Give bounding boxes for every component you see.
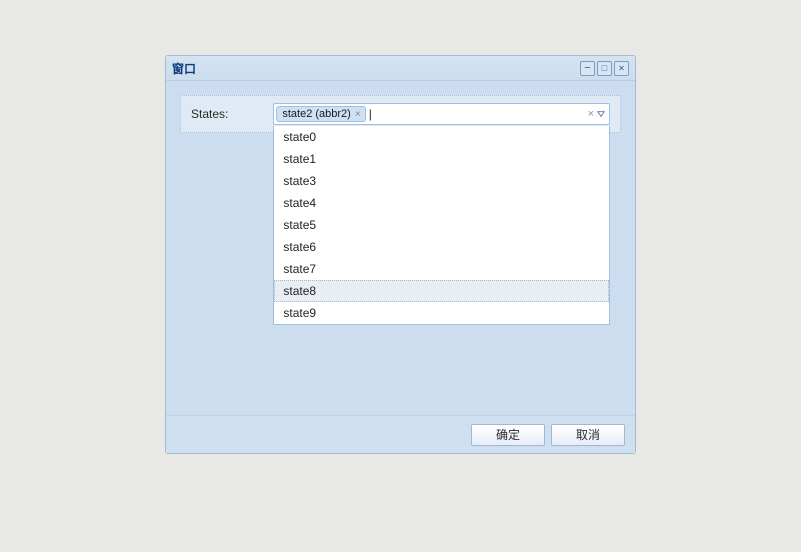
form-body: States: state2 (abbr2) × | × (166, 81, 635, 403)
window-title: 窗口 (172, 60, 196, 77)
dialog-window: 窗口 States: state2 (abbr2) × | × (165, 55, 636, 454)
close-button[interactable] (614, 61, 629, 76)
tag-state2: state2 (abbr2) × (276, 106, 365, 122)
buttonbar: 确定 取消 (166, 415, 635, 453)
field-triggers: × (588, 108, 609, 120)
list-item[interactable]: state3 (274, 170, 609, 192)
maximize-button[interactable] (597, 61, 612, 76)
titlebar[interactable]: 窗口 (166, 56, 635, 81)
states-dropdown[interactable]: state0 state1 state3 state4 state5 state… (273, 126, 610, 325)
list-item[interactable]: state1 (274, 148, 609, 170)
states-field-row: States: state2 (abbr2) × | × (180, 95, 621, 133)
list-item[interactable]: state8 (274, 280, 609, 302)
cancel-button[interactable]: 取消 (551, 424, 625, 446)
states-field-wrap: state2 (abbr2) × | × state0 state1 (273, 103, 610, 125)
list-item[interactable]: state7 (274, 258, 609, 280)
ok-button[interactable]: 确定 (471, 424, 545, 446)
states-label: States: (191, 107, 228, 121)
list-item[interactable]: state4 (274, 192, 609, 214)
dropdown-trigger-icon[interactable] (597, 110, 605, 118)
tag-label: state2 (abbr2) (282, 108, 350, 120)
list-item[interactable]: state9 (274, 302, 609, 324)
window-tools (580, 61, 629, 76)
list-item[interactable]: state5 (274, 214, 609, 236)
list-item[interactable]: state0 (274, 126, 609, 148)
states-input[interactable] (372, 105, 588, 123)
minimize-button[interactable] (580, 61, 595, 76)
clear-icon[interactable]: × (588, 108, 594, 120)
states-tagfield[interactable]: state2 (abbr2) × | × (273, 103, 610, 125)
tag-remove-icon[interactable]: × (353, 109, 363, 120)
list-item[interactable]: state6 (274, 236, 609, 258)
